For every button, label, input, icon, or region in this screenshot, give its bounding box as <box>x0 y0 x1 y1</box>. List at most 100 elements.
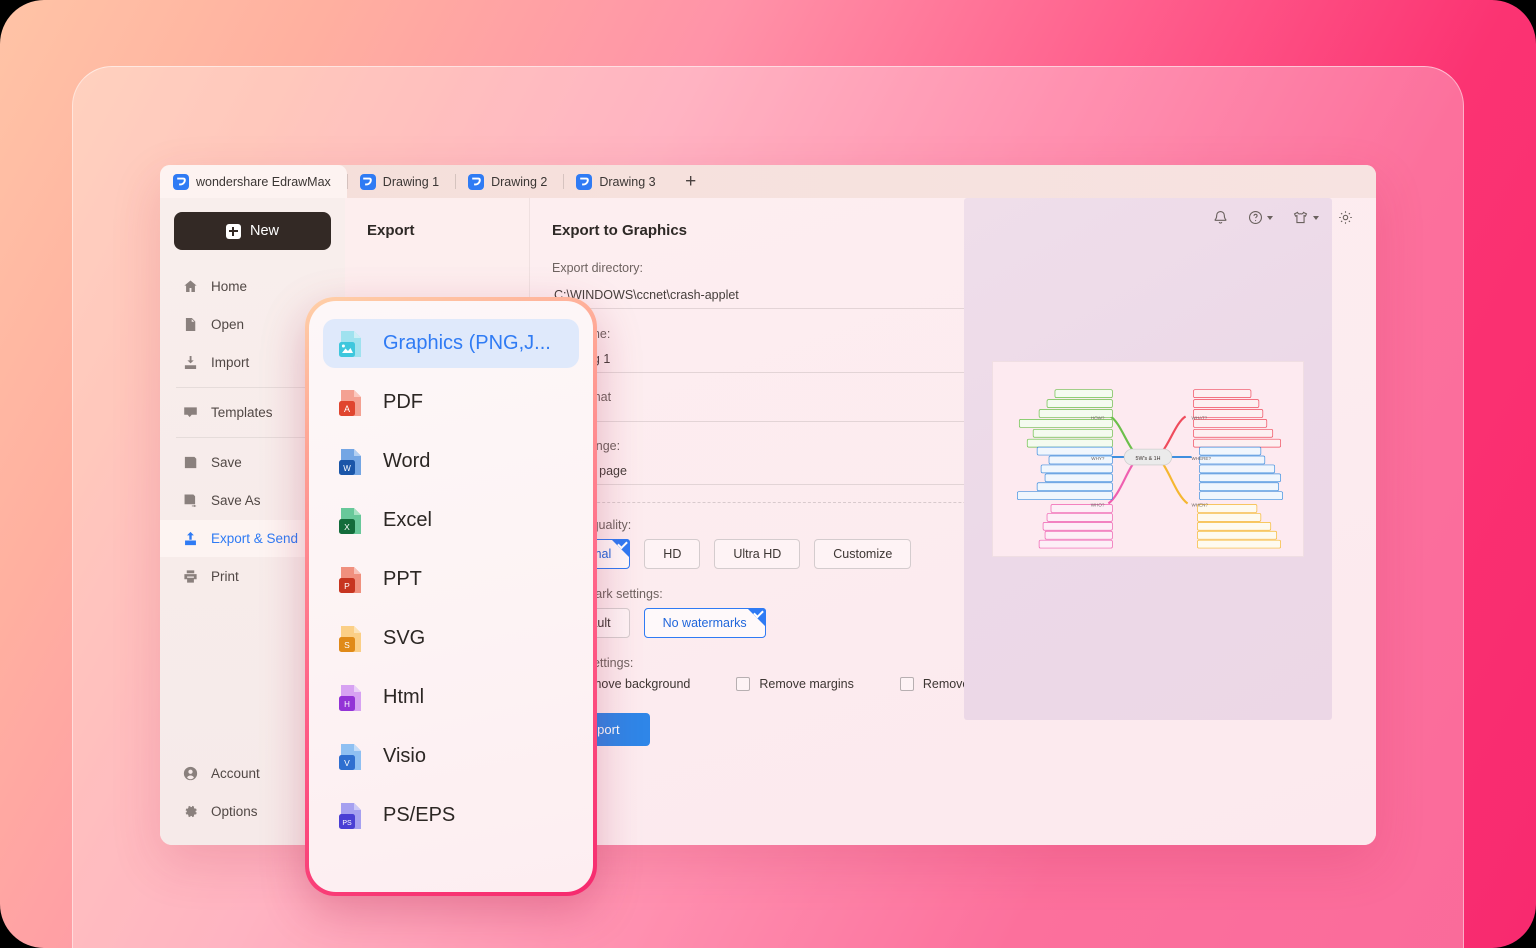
export-format-popup: Graphics (PNG,J... A PDF W Word <box>305 297 597 896</box>
sidebar-item-label: Options <box>211 804 258 819</box>
pdf-file-icon: A <box>337 388 365 418</box>
screenshot-stage: wondershare EdrawMax Drawing 1 Drawing 2… <box>0 0 1536 948</box>
branch-label-how: HOW? <box>1091 415 1105 420</box>
tab-label: Drawing 3 <box>599 175 655 189</box>
chevron-down-icon[interactable] <box>1313 216 1319 220</box>
svg-text:V: V <box>344 758 350 768</box>
format-item-excel[interactable]: X Excel <box>323 496 579 545</box>
html-file-icon: H <box>337 683 365 713</box>
format-item-svg[interactable]: S SVG <box>323 614 579 663</box>
format-item-label: SVG <box>383 627 425 650</box>
tab-drawing-3[interactable]: Drawing 3 <box>563 165 671 198</box>
tab-label: Drawing 2 <box>491 175 547 189</box>
quality-option-ultra-hd[interactable]: Ultra HD <box>714 539 800 569</box>
ppt-file-icon: P <box>337 565 365 595</box>
svg-text:X: X <box>344 522 350 532</box>
sidebar-item-label: Import <box>211 355 249 370</box>
format-item-label: PPT <box>383 568 422 591</box>
svg-text:A: A <box>344 404 350 414</box>
quality-option-customize[interactable]: Customize <box>814 539 911 569</box>
branch-label-where: WHERE? <box>1192 456 1212 461</box>
sidebar-item-label: Export & Send <box>211 531 298 546</box>
document-preview-panel: HOW? WHAT? WHY? WHERE? WHO? WHEN? 5W's &… <box>964 198 1332 720</box>
branch-label-what: WHAT? <box>1192 415 1208 420</box>
checkbox-label: Remove margins <box>759 677 853 691</box>
tab-drawing-1[interactable]: Drawing 1 <box>347 165 455 198</box>
settings-gear-icon[interactable] <box>1337 209 1354 226</box>
export-format-list: Graphics (PNG,J... A PDF W Word <box>309 301 593 892</box>
help-icon[interactable] <box>1247 209 1273 226</box>
chevron-down-icon[interactable] <box>1267 216 1273 220</box>
pseps-file-icon: PS <box>337 801 365 831</box>
new-button[interactable]: New <box>174 212 331 250</box>
format-item-word[interactable]: W Word <box>323 437 579 486</box>
watermark-option-no-watermarks[interactable]: No watermarks <box>644 608 766 638</box>
drawing-file-icon <box>576 174 592 190</box>
import-icon <box>182 354 199 371</box>
home-icon <box>182 278 199 295</box>
sidebar-item-label: Print <box>211 569 239 584</box>
theme-icon[interactable] <box>1291 209 1319 226</box>
format-item-label: Graphics (PNG,J... <box>383 332 551 355</box>
format-item-label: Excel <box>383 509 432 532</box>
format-item-ppt[interactable]: P PPT <box>323 555 579 604</box>
edrawmax-logo-icon <box>173 174 189 190</box>
checkbox-remove-margins[interactable]: Remove margins <box>736 677 853 691</box>
export-settings-pane: Export to Graphics Export directory: C:\… <box>530 198 1376 845</box>
sidebar-item-label: Open <box>211 317 244 332</box>
export-column-title: Export <box>367 222 529 239</box>
format-item-label: Visio <box>383 745 426 768</box>
format-item-pdf[interactable]: A PDF <box>323 378 579 427</box>
svg-text:S: S <box>344 640 350 650</box>
graphics-file-icon <box>337 329 365 359</box>
tab-label: wondershare EdrawMax <box>196 175 331 189</box>
format-item-label: Html <box>383 686 424 709</box>
sidebar-item-home[interactable]: Home <box>160 268 345 305</box>
sidebar-item-label: Templates <box>211 405 273 420</box>
format-item-visio[interactable]: V Visio <box>323 732 579 781</box>
check-icon <box>753 608 764 619</box>
print-icon <box>182 568 199 585</box>
excel-file-icon: X <box>337 506 365 536</box>
branch-label-why: WHY? <box>1091 456 1105 461</box>
visio-file-icon: V <box>337 742 365 772</box>
format-item-html[interactable]: H Html <box>323 673 579 722</box>
export-send-icon <box>182 530 199 547</box>
branch-label-who: WHO? <box>1091 503 1105 508</box>
preview-canvas-page: HOW? WHAT? WHY? WHERE? WHO? WHEN? 5W's &… <box>992 361 1304 557</box>
sidebar-item-label: Save <box>211 455 242 470</box>
options-gear-icon <box>182 803 199 820</box>
drawing-file-icon <box>360 174 376 190</box>
word-file-icon: W <box>337 447 365 477</box>
check-icon <box>617 539 628 550</box>
document-icon <box>182 316 199 333</box>
svg-text:PS: PS <box>342 820 352 827</box>
new-button-label: New <box>250 223 279 239</box>
new-tab-button[interactable]: + <box>672 165 710 198</box>
tab-bar: wondershare EdrawMax Drawing 1 Drawing 2… <box>160 165 1376 198</box>
sidebar-item-label: Save As <box>211 493 261 508</box>
format-item-graphics[interactable]: Graphics (PNG,J... <box>323 319 579 368</box>
window-toolbar-icons <box>1212 209 1354 226</box>
format-item-ps-eps[interactable]: PS PS/EPS <box>323 791 579 840</box>
sidebar-item-label: Account <box>211 766 260 781</box>
plus-icon <box>226 224 241 239</box>
notification-bell-icon[interactable] <box>1212 209 1229 226</box>
branch-label-when: WHEN? <box>1192 503 1209 508</box>
tab-drawing-2[interactable]: Drawing 2 <box>455 165 563 198</box>
drawing-file-icon <box>468 174 484 190</box>
save-as-icon <box>182 492 199 509</box>
svg-text:H: H <box>344 700 350 709</box>
checkbox-box[interactable] <box>736 677 750 691</box>
mindmap-preview: HOW? WHAT? WHY? WHERE? WHO? WHEN? 5W's &… <box>993 362 1303 556</box>
svg-text:W: W <box>343 464 351 473</box>
tab-wondershare-edrawmax[interactable]: wondershare EdrawMax <box>160 165 347 198</box>
watermark-option-label: No watermarks <box>663 616 747 630</box>
mindmap-center-label: 5W's & 1H <box>1136 456 1161 462</box>
svg-file-icon: S <box>337 624 365 654</box>
account-icon <box>182 765 199 782</box>
quality-option-hd[interactable]: HD <box>644 539 700 569</box>
checkbox-box[interactable] <box>900 677 914 691</box>
sidebar-item-label: Home <box>211 279 247 294</box>
templates-icon <box>182 404 199 421</box>
